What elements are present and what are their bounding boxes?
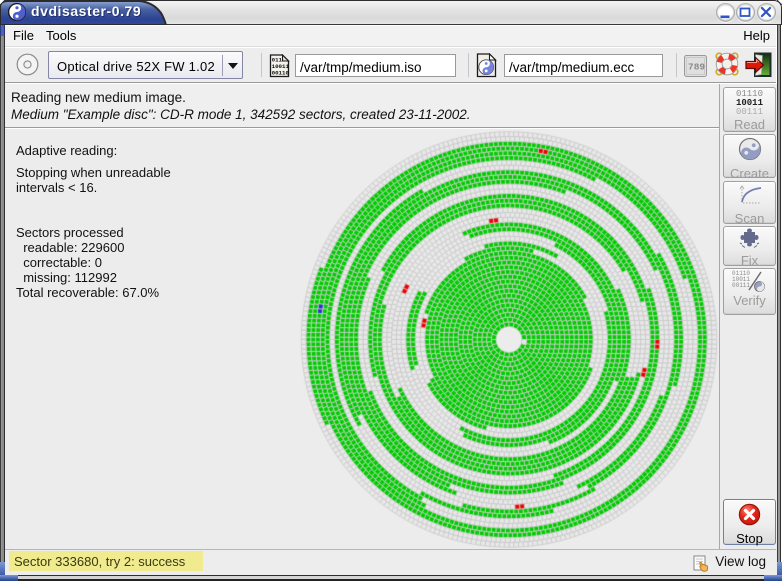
- svg-text:789: 789: [688, 62, 705, 73]
- svg-text:00110: 00110: [272, 69, 290, 76]
